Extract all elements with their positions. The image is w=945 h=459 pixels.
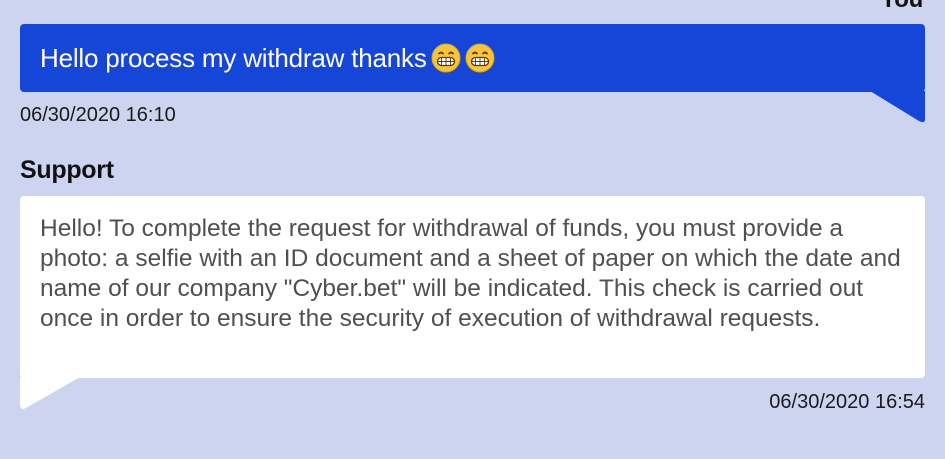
support-message-text: Hello! To complete the request for withd… — [40, 215, 901, 332]
grinning-face-icon — [431, 43, 461, 73]
user-message-timestamp: 06/30/2020 16:10 — [20, 104, 176, 126]
sender-name-support: Support — [20, 156, 114, 184]
user-message-bubble[interactable]: Hello process my withdraw thanks — [20, 24, 925, 92]
user-bubble-tail — [870, 91, 925, 123]
grinning-face-icon — [465, 43, 495, 73]
support-bubble-tail — [20, 377, 80, 409]
support-message-timestamp: 06/30/2020 16:54 — [769, 391, 925, 413]
support-message-bubble[interactable]: Hello! To complete the request for withd… — [20, 196, 925, 378]
user-message-text: Hello process my withdraw thanks — [40, 42, 427, 73]
sender-name-you: You — [880, 0, 923, 14]
